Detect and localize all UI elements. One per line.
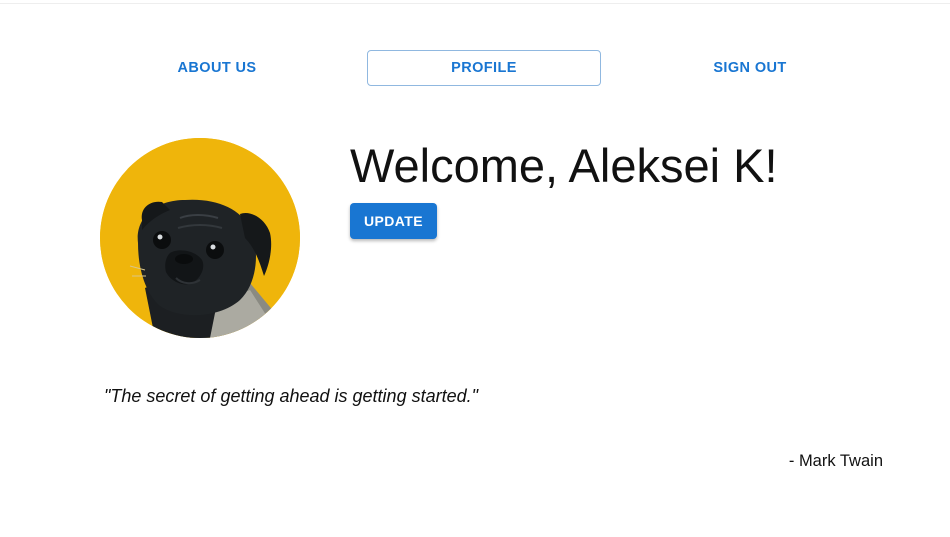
pug-photo-icon [100,138,300,338]
page-title: Welcome, Aleksei K! [350,139,778,192]
quote-author: - Mark Twain [788,452,883,470]
update-button[interactable]: UPDATE [350,203,437,239]
nav-profile[interactable]: PROFILE [367,50,601,86]
quote-text: "The secret of getting ahead is getting … [104,386,479,406]
nav-sign-out[interactable]: SIGN OUT [633,50,867,86]
nav-about-us[interactable]: ABOUT US [100,50,334,86]
top-divider [0,3,950,4]
avatar [100,138,300,338]
